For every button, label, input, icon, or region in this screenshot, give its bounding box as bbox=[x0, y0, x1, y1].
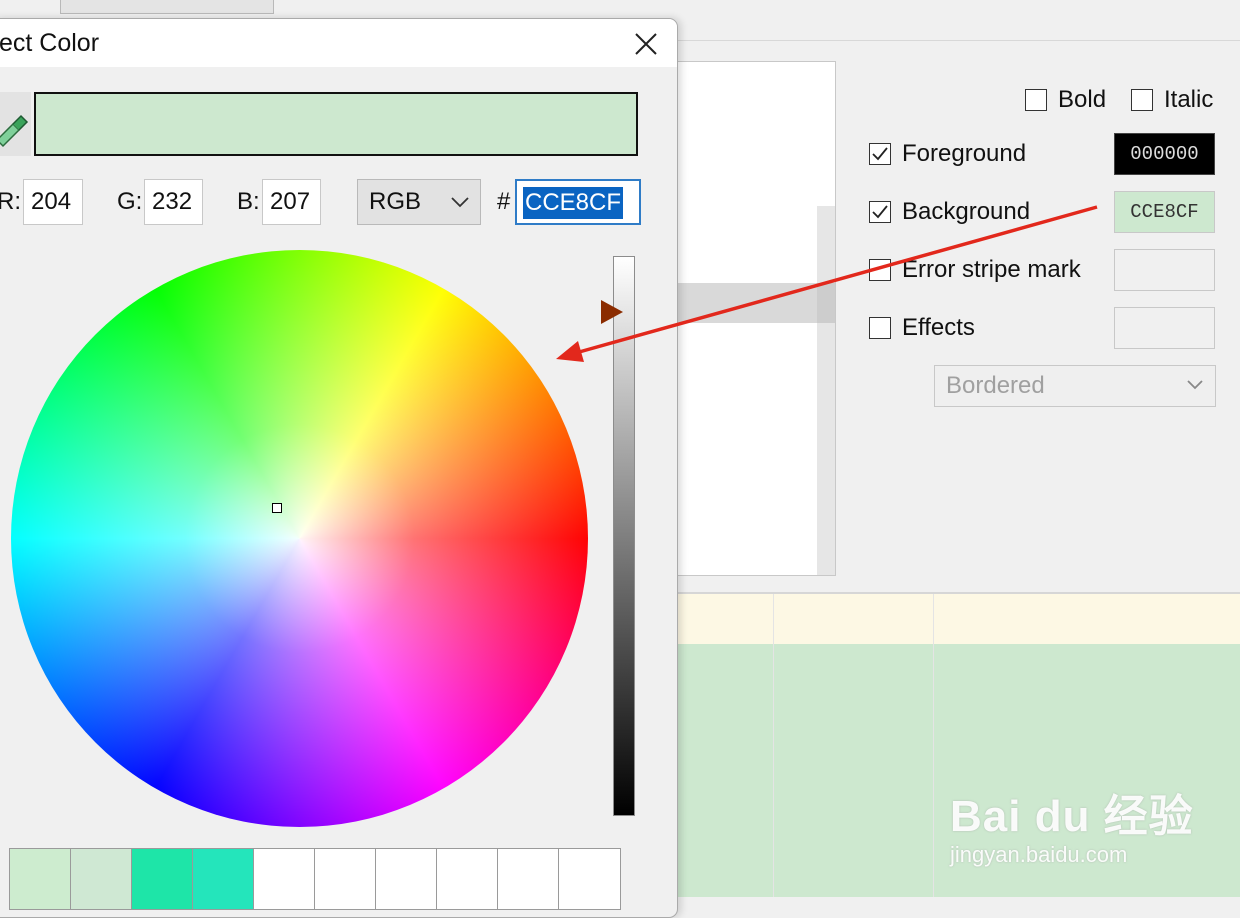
recent-color-swatch[interactable] bbox=[376, 849, 437, 909]
recent-color-swatch[interactable] bbox=[559, 849, 620, 909]
recent-color-swatch[interactable] bbox=[254, 849, 315, 909]
hex-input[interactable]: CCE8CF bbox=[515, 179, 641, 225]
background-color-field[interactable]: CCE8CF bbox=[1114, 191, 1215, 233]
color-wheel-cursor[interactable] bbox=[272, 503, 282, 513]
dialog-titlebar[interactable]: ect Color bbox=[0, 19, 677, 67]
brightness-slider[interactable] bbox=[613, 256, 635, 816]
recent-color-swatch[interactable] bbox=[315, 849, 376, 909]
baidu-watermark: Bai du 经验 jingyan.baidu.com bbox=[950, 780, 1194, 868]
blue-label: B: bbox=[237, 188, 260, 215]
divider bbox=[678, 40, 1240, 41]
hex-prefix-label: # bbox=[497, 188, 511, 215]
recent-colors-palette bbox=[9, 848, 621, 910]
italic-label: Italic bbox=[1164, 86, 1214, 113]
preview-column-line bbox=[933, 594, 934, 897]
effects-color-field[interactable] bbox=[1114, 307, 1215, 349]
background-checkbox[interactable] bbox=[869, 201, 891, 223]
watermark-url: jingyan.baidu.com bbox=[950, 842, 1128, 867]
check-icon bbox=[872, 147, 888, 161]
foreground-label: Foreground bbox=[902, 140, 1027, 167]
error-stripe-checkbox[interactable] bbox=[869, 259, 891, 281]
dialog-title: ect Color bbox=[0, 29, 100, 57]
recent-color-swatch[interactable] bbox=[498, 849, 559, 909]
color-mode-value: RGB bbox=[369, 188, 422, 215]
recent-color-swatch[interactable] bbox=[71, 849, 132, 909]
foreground-checkbox[interactable] bbox=[869, 143, 891, 165]
close-button[interactable] bbox=[631, 29, 661, 59]
error-stripe-label: Error stripe mark bbox=[902, 256, 1081, 283]
italic-checkbox[interactable] bbox=[1131, 89, 1153, 111]
green-input[interactable]: 232 bbox=[144, 179, 203, 225]
foreground-color-field[interactable]: 000000 bbox=[1114, 133, 1215, 175]
attribute-list-selected-row[interactable] bbox=[677, 283, 817, 323]
bold-checkbox[interactable] bbox=[1025, 89, 1047, 111]
eyedropper-button[interactable] bbox=[0, 92, 31, 156]
recent-color-swatch[interactable] bbox=[132, 849, 193, 909]
red-label: R: bbox=[0, 188, 21, 215]
effect-type-select[interactable]: Bordered bbox=[934, 365, 1216, 407]
eyedropper-icon bbox=[0, 114, 29, 148]
chevron-down-icon bbox=[1187, 380, 1203, 390]
close-icon bbox=[635, 33, 657, 55]
color-preview bbox=[34, 92, 638, 156]
effect-type-value: Bordered bbox=[946, 372, 1045, 399]
effects-label: Effects bbox=[902, 314, 975, 341]
recent-color-swatch[interactable] bbox=[437, 849, 498, 909]
recent-color-swatch[interactable] bbox=[10, 849, 71, 909]
color-wheel[interactable] bbox=[11, 250, 588, 827]
recent-color-swatch[interactable] bbox=[193, 849, 254, 909]
error-stripe-color-field[interactable] bbox=[1114, 249, 1215, 291]
color-mode-select[interactable]: RGB bbox=[357, 179, 481, 225]
green-label: G: bbox=[117, 188, 143, 215]
watermark-logo: Bai du 经验 bbox=[950, 792, 1194, 841]
brightness-pointer[interactable] bbox=[601, 300, 623, 324]
check-icon bbox=[872, 205, 888, 219]
background-label: Background bbox=[902, 198, 1031, 225]
scrollbar-thumb[interactable] bbox=[817, 283, 835, 323]
attribute-list-scrollbar[interactable] bbox=[817, 206, 835, 575]
preview-column-line bbox=[773, 594, 774, 897]
editor-preview-header bbox=[676, 594, 1240, 644]
effects-checkbox[interactable] bbox=[869, 317, 891, 339]
red-input[interactable]: 204 bbox=[23, 179, 83, 225]
bold-label: Bold bbox=[1058, 86, 1107, 113]
blue-input[interactable]: 207 bbox=[262, 179, 321, 225]
select-color-dialog: ect Color R: 204 G: 232 B: 207 RGB # CCE… bbox=[0, 18, 678, 918]
hex-input-selected-text: CCE8CF bbox=[523, 187, 624, 219]
chevron-down-icon bbox=[451, 197, 469, 208]
background-tab[interactable] bbox=[60, 0, 274, 14]
